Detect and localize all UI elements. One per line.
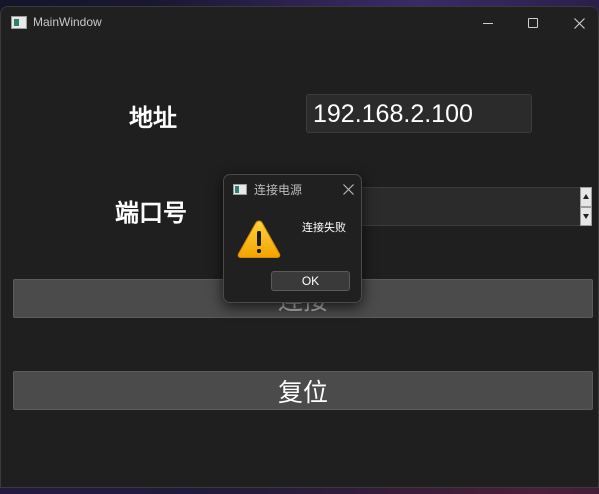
app-icon (11, 16, 27, 29)
dialog-title-bar[interactable]: 连接电源 (224, 175, 361, 203)
dialog-close-button[interactable] (337, 178, 359, 200)
warning-icon (237, 220, 281, 258)
minimize-button[interactable] (465, 7, 511, 39)
message-dialog: 连接电源 连接失败 OK (223, 174, 362, 303)
spin-down-button[interactable] (580, 206, 592, 226)
maximize-icon (528, 18, 538, 28)
dialog-app-icon (233, 184, 247, 195)
title-bar[interactable]: MainWindow (1, 7, 598, 39)
port-label: 端口号 (115, 198, 187, 227)
dialog-message: 连接失败 (302, 221, 346, 234)
spin-up-button[interactable] (580, 187, 592, 207)
arrow-down-icon (583, 213, 589, 219)
window-title: MainWindow (33, 15, 102, 29)
dialog-title: 连接电源 (254, 183, 303, 197)
minimize-icon (483, 22, 493, 24)
ok-button[interactable]: OK (271, 271, 350, 291)
reset-button[interactable]: 复位 (13, 371, 593, 410)
maximize-button[interactable] (510, 7, 556, 39)
close-button[interactable] (556, 7, 598, 39)
address-label: 地址 (129, 103, 177, 132)
close-icon (342, 183, 354, 195)
address-input[interactable]: 192.168.2.100 (306, 94, 532, 133)
arrow-up-icon (583, 194, 589, 200)
port-spin-buttons (580, 187, 592, 226)
close-icon (573, 17, 585, 29)
